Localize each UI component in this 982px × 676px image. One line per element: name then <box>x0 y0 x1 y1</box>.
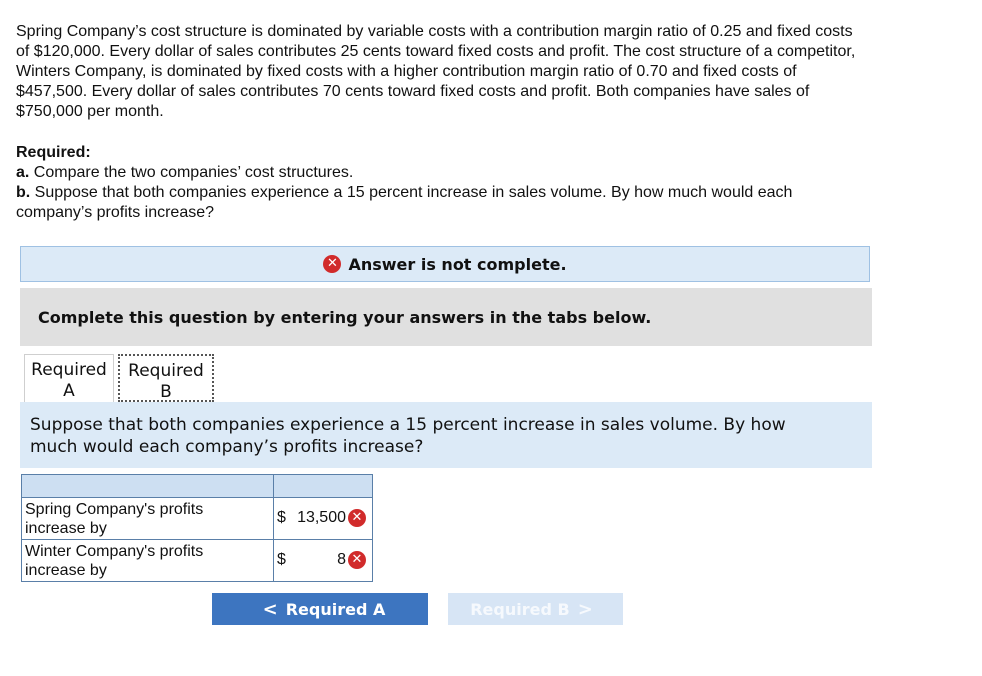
next-required-b-button[interactable]: Required B > <box>448 593 623 625</box>
required-a-label: a. <box>16 164 30 181</box>
tab-label-line1: Required <box>31 360 107 380</box>
required-b-label: b. <box>16 184 31 201</box>
problem-line: $457,500. Every dollar of sales contribu… <box>16 83 810 100</box>
tab-required-a[interactable]: Required A <box>24 354 114 402</box>
panel-question-line: much would each company’s profits increa… <box>30 437 424 457</box>
answer-table: Spring Company's profits increase by $ 1… <box>21 474 373 582</box>
incorrect-icon: ✕ <box>348 509 366 527</box>
row-label: Winter Company's profits increase by <box>21 539 274 582</box>
problem-line: Spring Company’s cost structure is domin… <box>16 23 853 40</box>
row-label-line1: Winter Company's profits <box>25 542 204 560</box>
required-a-text: Compare the two companies’ cost structur… <box>29 164 354 181</box>
winter-profit-input[interactable]: $ 8 ✕ <box>273 539 373 582</box>
answer-status-text: Answer is not complete. <box>348 254 567 274</box>
table-header-row <box>21 474 373 498</box>
input-value: 13,500 <box>297 509 346 526</box>
spring-profit-input[interactable]: $ 13,500 ✕ <box>273 497 373 540</box>
tab-label-line1: Required <box>128 361 204 381</box>
previous-required-a-button[interactable]: < Required A <box>212 593 428 625</box>
currency-symbol: $ <box>277 551 286 568</box>
panel-question-line: Suppose that both companies experience a… <box>30 415 786 435</box>
table-row: Spring Company's profits increase by $ 1… <box>21 497 373 540</box>
table-row: Winter Company's profits increase by $ 8… <box>21 539 373 582</box>
row-label-line2: increase by <box>25 561 107 579</box>
tab-label-line2: A <box>63 381 75 401</box>
currency-symbol: $ <box>277 509 286 526</box>
prev-button-label: Required A <box>285 599 386 619</box>
required-section: Required: a. Compare the two companies’ … <box>16 143 916 223</box>
problem-line: of $120,000. Every dollar of sales contr… <box>16 43 856 60</box>
required-b: b. Suppose that both companies experienc… <box>16 183 916 203</box>
tab-required-b[interactable]: Required B <box>118 354 214 402</box>
instruction-text: Complete this question by entering your … <box>38 307 652 327</box>
problem-statement: Spring Company’s cost structure is domin… <box>16 22 956 122</box>
row-label: Spring Company's profits increase by <box>21 497 274 540</box>
row-label-line2: increase by <box>25 519 107 537</box>
required-b-continued: company’s profits increase? <box>16 204 215 221</box>
required-heading: Required: <box>16 144 91 161</box>
input-value: 8 <box>337 551 346 568</box>
required-b-text: Suppose that both companies experience a… <box>30 184 793 201</box>
chevron-left-icon: < <box>262 598 278 620</box>
problem-line: Winters Company, is dominated by fixed c… <box>16 63 797 80</box>
tab-label-line2: B <box>160 382 172 402</box>
answer-status-banner: ✕ Answer is not complete. <box>20 246 870 282</box>
x-circle-icon: ✕ <box>323 255 342 273</box>
table-header-cell <box>21 474 274 498</box>
tab-panel-question: Suppose that both companies experience a… <box>20 402 872 468</box>
problem-line: $750,000 per month. <box>16 103 164 120</box>
chevron-right-icon: > <box>577 598 593 620</box>
row-label-line1: Spring Company's profits <box>25 500 204 518</box>
table-header-cell <box>273 474 373 498</box>
required-a: a. Compare the two companies’ cost struc… <box>16 163 916 183</box>
instruction-banner: Complete this question by entering your … <box>20 288 872 346</box>
incorrect-icon: ✕ <box>348 551 366 569</box>
next-button-label: Required B <box>470 599 570 619</box>
